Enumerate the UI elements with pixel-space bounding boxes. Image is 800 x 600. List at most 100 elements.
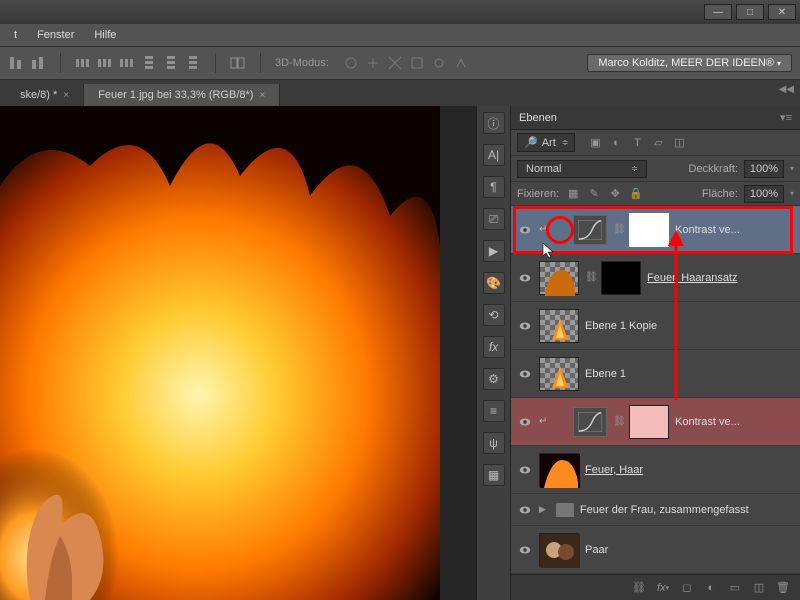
mask-thumb[interactable] [629,405,669,439]
panel-menu-icon[interactable]: ▾≡ [780,111,792,124]
layer-name[interactable]: Paar [585,544,794,556]
layer-thumb[interactable] [539,357,579,391]
distribute-icon[interactable] [97,55,113,71]
layer-row[interactable]: Paar [511,526,800,574]
tab-doc-2[interactable]: Feuer 1.jpg bei 33,3% (RGB/8*)× [84,84,280,106]
navigator-icon[interactable]: ▶ [483,240,505,262]
visibility-icon[interactable] [517,270,533,286]
distribute-icon[interactable] [119,55,135,71]
visibility-icon[interactable] [517,414,533,430]
expand-icon[interactable]: ▶ [539,504,546,515]
adjustment-icon[interactable]: ◐ [704,581,718,595]
connect-icon[interactable]: ψ [483,432,505,454]
layer-row[interactable]: ↵ ⛓ Kontrast ve... [511,398,800,446]
layer-name[interactable]: Kontrast ve... [675,416,794,428]
group-icon[interactable]: ▭ [728,581,742,595]
tab-doc-1[interactable]: ske/8) *× [6,84,84,106]
layer-name[interactable]: Kontrast ve... [675,224,794,236]
lock-brush-icon[interactable]: ✎ [586,186,602,202]
color-icon[interactable]: 🎨 [483,272,505,294]
visibility-icon[interactable] [517,542,533,558]
delete-icon[interactable]: 🗑 [776,581,790,595]
filter-pixel-icon[interactable]: ▣ [587,135,603,151]
mask-thumb[interactable] [629,213,669,247]
character-icon[interactable]: A| [483,144,505,166]
styles-icon[interactable]: fx [483,336,505,358]
swatches-icon[interactable]: ▦ [483,464,505,486]
filter-adjustment-icon[interactable]: ◐ [608,135,624,151]
distribute-icon[interactable] [75,55,91,71]
layer-row[interactable]: Ebene 1 Kopie [511,302,800,350]
menu-fenster[interactable]: Fenster [27,26,84,44]
opacity-field[interactable]: 100% [744,160,784,178]
link-icon[interactable]: ⛓ [613,224,623,235]
layer-name[interactable]: Feuer, Haar [585,464,794,476]
paragraph-icon[interactable]: ¶ [483,176,505,198]
3d-icon[interactable] [387,55,403,71]
canvas-area[interactable] [0,106,476,600]
distribute-icon[interactable] [185,55,201,71]
auto-align-icon[interactable] [230,55,246,71]
close-icon[interactable]: × [259,90,265,101]
distribute-icon[interactable] [141,55,157,71]
menu-hilfe[interactable]: Hilfe [84,26,126,44]
3d-icon[interactable] [365,55,381,71]
fill-field[interactable]: 100% [744,185,784,203]
adjustment-thumb[interactable] [573,215,607,245]
3d-icon[interactable] [431,55,447,71]
layer-thumb[interactable] [539,309,579,343]
lock-all-icon[interactable]: 🔒 [628,186,644,202]
collapse-icon[interactable]: ◀◀ [779,84,794,95]
layer-name[interactable]: Feuer, Haaransatz [647,272,794,284]
visibility-icon[interactable] [517,222,533,238]
filter-shape-icon[interactable]: ▱ [650,135,666,151]
mask-icon[interactable]: ◻ [680,581,694,595]
actions-icon[interactable]: ⚙ [483,368,505,390]
fx-icon[interactable]: fx▾ [656,581,670,595]
layer-name[interactable]: Ebene 1 [585,368,794,380]
visibility-icon[interactable] [517,366,533,382]
filter-type-icon[interactable]: T [629,135,645,151]
layer-row[interactable]: ⛓ Feuer, Haaransatz [511,254,800,302]
layer-thumb[interactable] [539,261,579,295]
menu-item[interactable]: t [4,26,27,44]
visibility-icon[interactable] [517,502,533,518]
lock-pixels-icon[interactable]: ▦ [565,186,581,202]
layer-thumb[interactable] [539,453,579,487]
close-icon[interactable]: × [63,90,69,101]
layer-name[interactable]: Feuer der Frau, zusammengefasst [580,504,794,516]
layer-thumb[interactable] [539,533,579,567]
align-icon[interactable] [30,55,46,71]
link-layers-icon[interactable]: ⛓ [632,581,646,595]
visibility-icon[interactable] [517,318,533,334]
layer-row[interactable]: Ebene 1 [511,350,800,398]
adjustments-icon[interactable]: ⎚ [483,208,505,230]
3d-icon[interactable] [453,55,469,71]
link-icon[interactable]: ⛓ [613,416,623,427]
maximize-button[interactable]: □ [736,4,764,20]
align-icon[interactable] [8,55,24,71]
layers-list: ↵ ⛓ Kontrast ve... ⛓ Feuer, Haaransatz E… [511,206,800,574]
mask-thumb[interactable] [601,261,641,295]
link-icon[interactable]: ⛓ [585,272,595,283]
history-icon[interactable]: ⟲ [483,304,505,326]
3d-icon[interactable] [409,55,425,71]
adjustment-thumb[interactable] [573,407,607,437]
close-button[interactable]: ✕ [768,4,796,20]
layer-row[interactable]: ▶ Feuer der Frau, zusammengefasst [511,494,800,526]
3d-icon[interactable] [343,55,359,71]
canvas[interactable] [0,106,440,600]
new-layer-icon[interactable]: ◫ [752,581,766,595]
sliders-icon[interactable]: ≡ [483,400,505,422]
layer-row[interactable]: Feuer, Haar [511,446,800,494]
lock-move-icon[interactable]: ✥ [607,186,623,202]
workspace-select[interactable]: Marco Kolditz, MEER DER IDEEN® ▾ [587,54,792,72]
layer-filter-select[interactable]: 🔎 Art ≑ [517,133,575,152]
layer-name[interactable]: Ebene 1 Kopie [585,320,794,332]
blend-mode-select[interactable]: Normal≑ [517,160,647,178]
visibility-icon[interactable] [517,462,533,478]
info-icon[interactable]: ⓘ [483,112,505,134]
filter-smart-icon[interactable]: ◫ [671,135,687,151]
minimize-button[interactable]: — [704,4,732,20]
distribute-icon[interactable] [163,55,179,71]
